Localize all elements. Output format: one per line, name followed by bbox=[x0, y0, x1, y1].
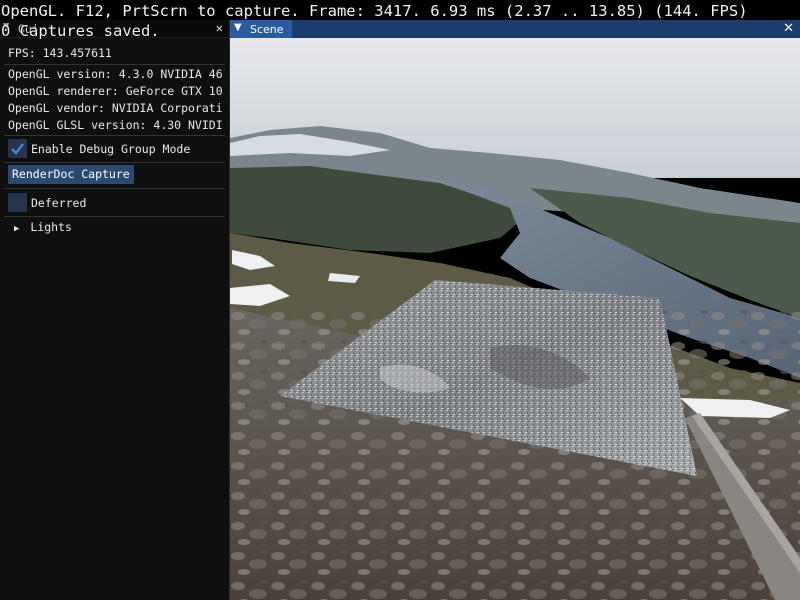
overlay-captures-line: 0 Captures saved. bbox=[1, 22, 160, 40]
divider bbox=[4, 64, 225, 65]
close-icon[interactable]: ✕ bbox=[783, 21, 794, 36]
divider bbox=[4, 188, 225, 189]
divider bbox=[4, 216, 225, 217]
close-icon[interactable]: ✕ bbox=[216, 21, 223, 35]
overlay-status-line: OpenGL. F12, PrtScrn to capture. Frame: … bbox=[1, 2, 748, 20]
lights-label: Lights bbox=[30, 220, 72, 234]
gl-version-text: OpenGL version: 4.3.0 NVIDIA 46 bbox=[8, 67, 223, 81]
scene-window: ▼ Scene ✕ bbox=[230, 20, 800, 600]
divider bbox=[4, 162, 225, 163]
renderdoc-capture-button[interactable]: RenderDoc Capture bbox=[8, 165, 134, 184]
lights-tree-node[interactable]: ▶ Lights bbox=[14, 220, 232, 234]
gl-vendor-text: OpenGL vendor: NVIDIA Corporati bbox=[8, 101, 223, 115]
scene-window-title: Scene bbox=[250, 23, 284, 36]
expand-triangle-icon: ▶ bbox=[14, 224, 20, 234]
gl-glsl-text: OpenGL GLSL version: 4.30 NVIDI bbox=[8, 118, 223, 132]
scene-window-titlebar[interactable]: ▼ Scene ✕ bbox=[230, 20, 800, 38]
gui-window: ▼ Gui ✕ FPS: 143.457611 OpenGL version: … bbox=[0, 20, 230, 600]
deferred-checkbox[interactable] bbox=[8, 193, 27, 212]
debug-group-label: Enable Debug Group Mode bbox=[31, 142, 191, 156]
deferred-label: Deferred bbox=[31, 196, 87, 210]
scene-viewport[interactable] bbox=[230, 38, 800, 600]
collapse-triangle-icon[interactable]: ▼ bbox=[234, 22, 242, 33]
renderdoc-overlay: OpenGL. F12, PrtScrn to capture. Frame: … bbox=[0, 0, 748, 60]
divider bbox=[4, 135, 225, 136]
fps-text: FPS: 143.457611 bbox=[8, 46, 112, 60]
gl-renderer-text: OpenGL renderer: GeForce GTX 10 bbox=[8, 84, 223, 98]
debug-group-checkbox[interactable] bbox=[8, 139, 27, 158]
checkmark-icon bbox=[11, 143, 24, 155]
